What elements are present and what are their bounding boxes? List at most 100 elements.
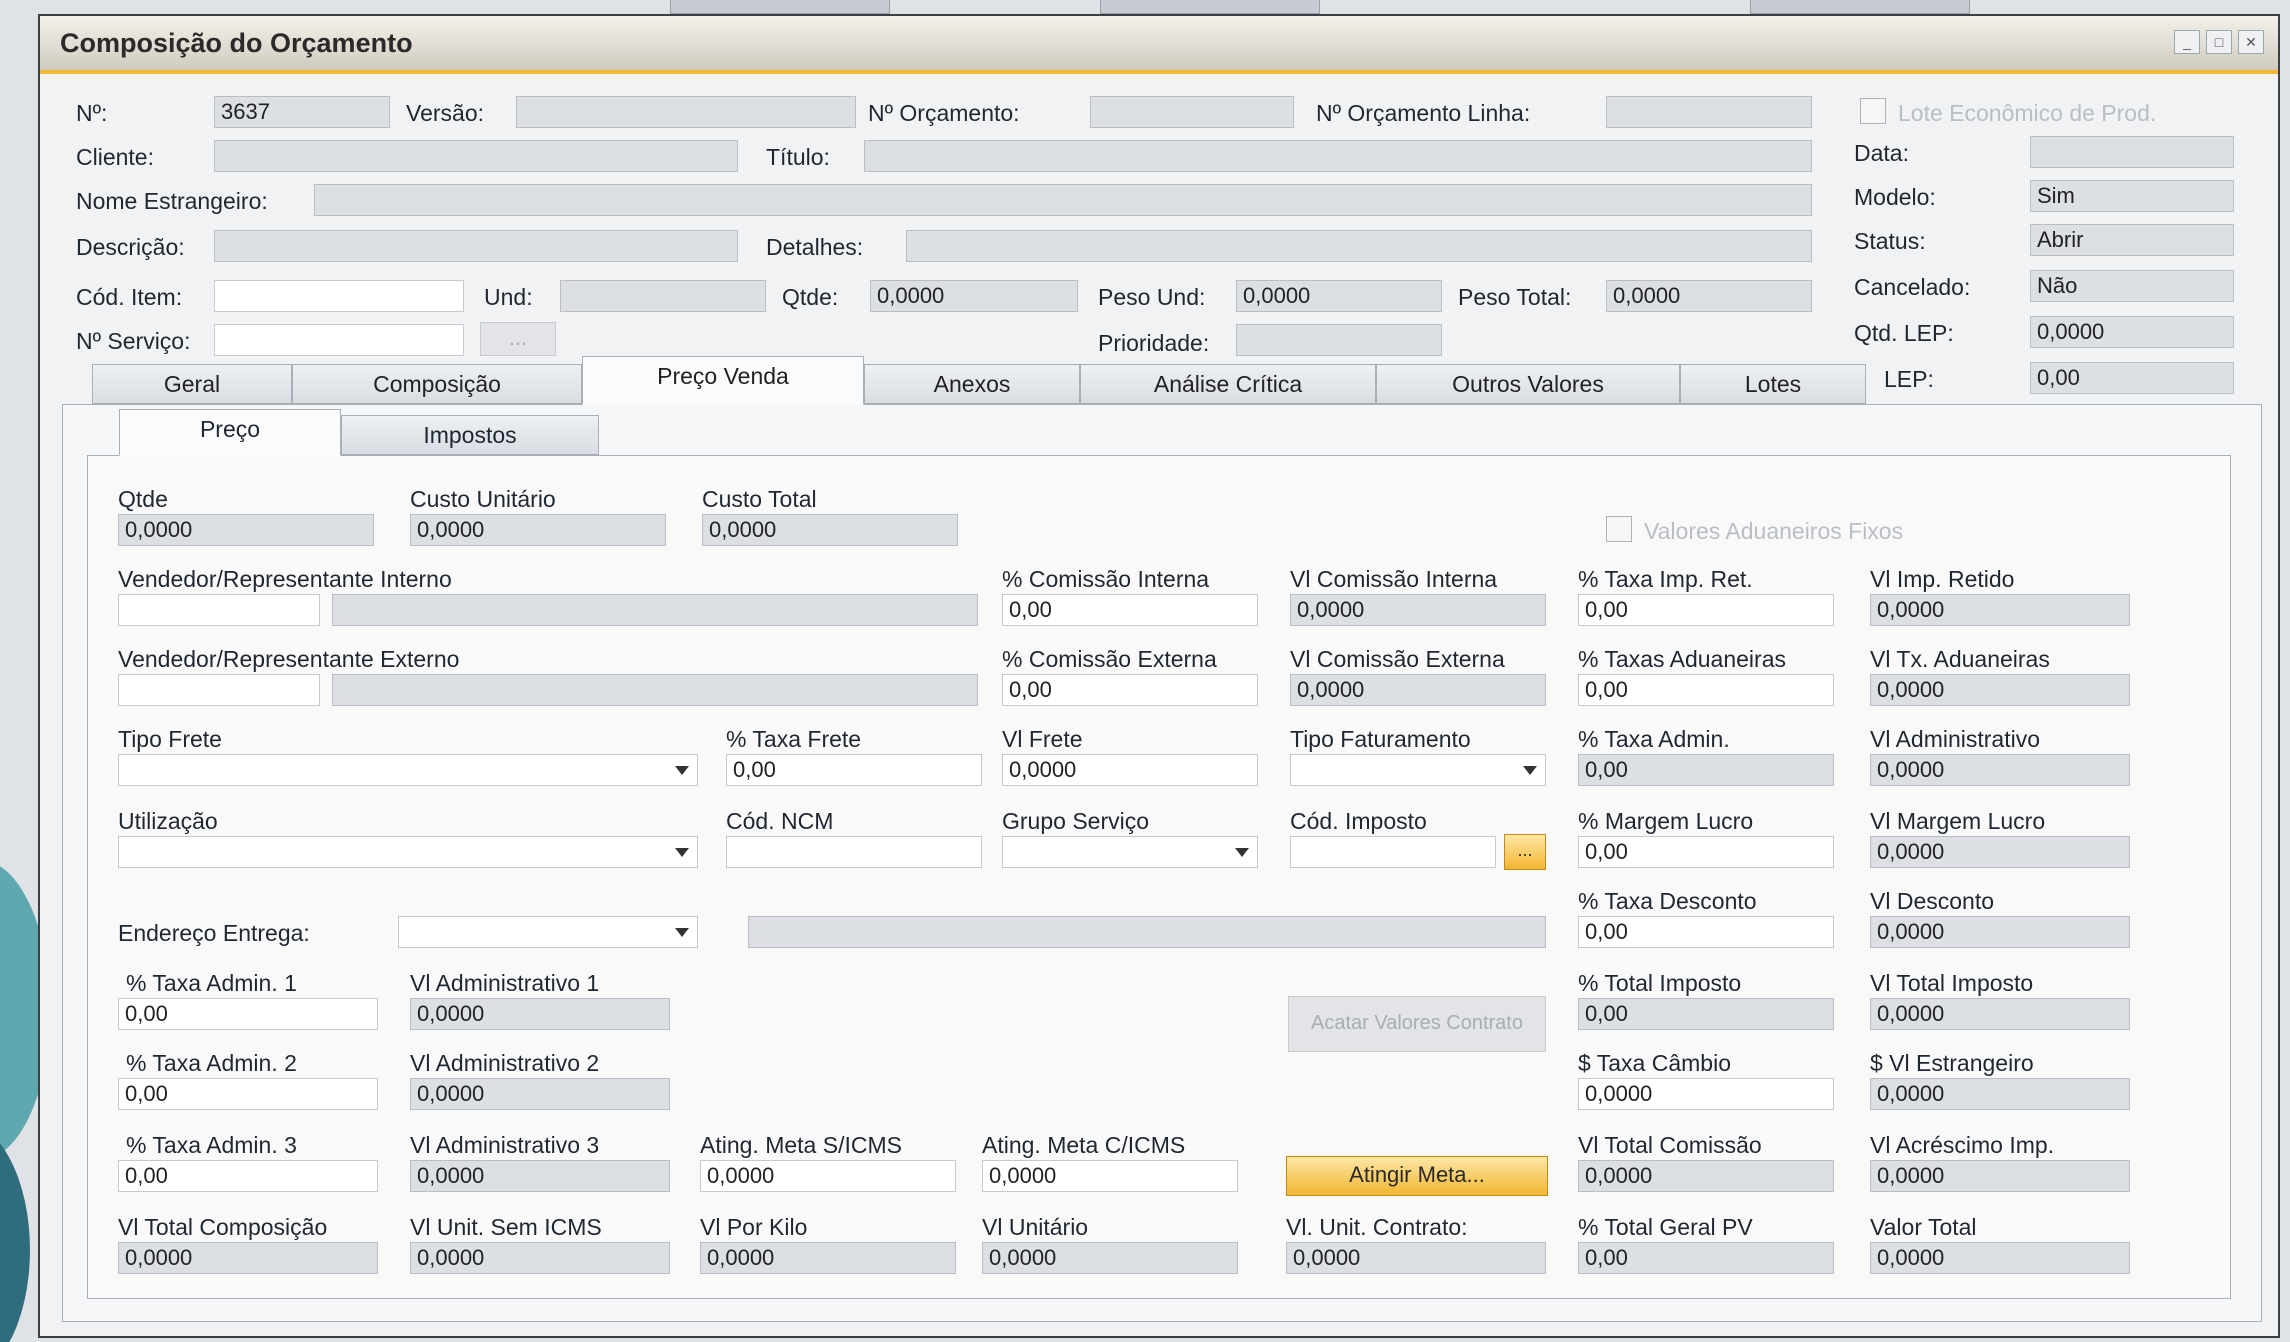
maximize-icon[interactable]: □ (2206, 30, 2232, 54)
vl-administrativo-1-field[interactable]: 0,0000 (410, 998, 670, 1030)
num-orcamento-linha-label: Nº Orçamento Linha: (1316, 100, 1531, 126)
peso-und-label: Peso Und: (1098, 284, 1206, 310)
tab-analise-critica[interactable]: Análise Crítica (1080, 364, 1376, 404)
pct-comissao-interna-field[interactable]: 0,00 (1002, 594, 1258, 626)
num-orcamento-linha-field[interactable] (1606, 96, 1812, 128)
vl-unitario-field[interactable]: 0,0000 (982, 1242, 1238, 1274)
subtab-impostos[interactable]: Impostos (341, 415, 599, 455)
pct-taxa-admin-2-field[interactable]: 0,00 (118, 1078, 378, 1110)
tab-outros-valores[interactable]: Outros Valores (1376, 364, 1680, 404)
cod-imposto-label: Cód. Imposto (1290, 808, 1427, 834)
vl-administrativo-2-label: Vl Administrativo 2 (410, 1050, 600, 1076)
close-icon[interactable]: ✕ (2238, 30, 2264, 54)
vl-total-comissao-field[interactable]: 0,0000 (1578, 1160, 1834, 1192)
pct-taxa-admin-3-field[interactable]: 0,00 (118, 1160, 378, 1192)
pct-taxas-aduaneiras-field[interactable]: 0,00 (1578, 674, 1834, 706)
tab-lotes[interactable]: Lotes (1680, 364, 1866, 404)
vl-unit-sem-icms-field[interactable]: 0,0000 (410, 1242, 670, 1274)
tab-geral[interactable]: Geral (92, 364, 292, 404)
tipo-faturamento-select[interactable] (1290, 754, 1546, 786)
vl-tx-aduaneiras-field[interactable]: 0,0000 (1870, 674, 2130, 706)
vl-total-imposto-field[interactable]: 0,0000 (1870, 998, 2130, 1030)
valores-aduaneiros-checkbox[interactable] (1606, 516, 1632, 542)
detalhes-field[interactable] (906, 230, 1812, 262)
cod-item-field[interactable] (214, 280, 464, 312)
atingir-meta-button[interactable]: Atingir Meta... (1286, 1156, 1548, 1196)
cod-imposto-field[interactable] (1290, 836, 1496, 868)
valor-total-field[interactable]: 0,0000 (1870, 1242, 2130, 1274)
vl-por-kilo-field[interactable]: 0,0000 (700, 1242, 956, 1274)
qtde-field[interactable]: 0,0000 (870, 280, 1078, 312)
status-field[interactable]: Abrir (2030, 224, 2234, 256)
vl-administrativo-3-field[interactable]: 0,0000 (410, 1160, 670, 1192)
cod-imposto-lookup-button[interactable]: ... (1504, 834, 1546, 870)
tipo-frete-select[interactable] (118, 754, 698, 786)
qtde-field[interactable]: 0,0000 (118, 514, 374, 546)
endereco-entrega-label: Endereço Entrega: (118, 920, 310, 946)
subtab-preco[interactable]: Preço (119, 409, 341, 456)
vl-frete-field[interactable]: 0,0000 (1002, 754, 1258, 786)
minimize-icon[interactable]: _ (2174, 30, 2200, 54)
ating-meta-com-icms-field[interactable]: 0,0000 (982, 1160, 1238, 1192)
utilizacao-select[interactable] (118, 836, 698, 868)
vendedor-interno-name[interactable] (332, 594, 978, 626)
descricao-field[interactable] (214, 230, 738, 262)
vl-estrangeiro-field[interactable]: 0,0000 (1870, 1078, 2130, 1110)
data-field[interactable] (2030, 136, 2234, 168)
ating-meta-sem-icms-field[interactable]: 0,0000 (700, 1160, 956, 1192)
peso-und-field[interactable]: 0,0000 (1236, 280, 1442, 312)
cliente-field[interactable] (214, 140, 738, 172)
lep-field[interactable]: 0,00 (2030, 362, 2234, 394)
versao-field[interactable] (516, 96, 856, 128)
num-orcamento-label: Nº Orçamento: (868, 100, 1020, 126)
vl-comissao-interna-field[interactable]: 0,0000 (1290, 594, 1546, 626)
vendedor-interno-code[interactable] (118, 594, 320, 626)
modelo-field[interactable]: Sim (2030, 180, 2234, 212)
num-field[interactable]: 3637 (214, 96, 390, 128)
tab-anexos[interactable]: Anexos (864, 364, 1080, 404)
cod-ncm-field[interactable] (726, 836, 982, 868)
qtde-label: Qtde: (782, 284, 839, 310)
pct-taxa-frete-field[interactable]: 0,00 (726, 754, 982, 786)
acatar-valores-contrato-button[interactable]: Acatar Valores Contrato (1288, 996, 1546, 1052)
vl-imp-retido-field[interactable]: 0,0000 (1870, 594, 2130, 626)
pct-total-imposto-field[interactable]: 0,00 (1578, 998, 1834, 1030)
vl-unit-contrato-field[interactable]: 0,0000 (1286, 1242, 1546, 1274)
servico-lookup-button[interactable]: ... (480, 322, 556, 356)
pct-taxa-admin-field[interactable]: 0,00 (1578, 754, 1834, 786)
vl-administrativo-2-field[interactable]: 0,0000 (410, 1078, 670, 1110)
und-field[interactable] (560, 280, 766, 312)
tab-preco-venda[interactable]: Preço Venda (582, 356, 864, 405)
endereco-entrega-text[interactable] (748, 916, 1546, 948)
vl-total-composicao-field[interactable]: 0,0000 (118, 1242, 378, 1274)
nome-estrangeiro-field[interactable] (314, 184, 1812, 216)
num-servico-field[interactable] (214, 324, 464, 356)
pct-total-geral-pv-field[interactable]: 0,00 (1578, 1242, 1834, 1274)
vl-acrescimo-imp-field[interactable]: 0,0000 (1870, 1160, 2130, 1192)
qtd-lep-field[interactable]: 0,0000 (2030, 316, 2234, 348)
prioridade-field[interactable] (1236, 324, 1442, 356)
vl-margem-lucro-field[interactable]: 0,0000 (1870, 836, 2130, 868)
pct-comissao-externa-field[interactable]: 0,00 (1002, 674, 1258, 706)
custo-unitario-field[interactable]: 0,0000 (410, 514, 666, 546)
custo-total-field[interactable]: 0,0000 (702, 514, 958, 546)
peso-total-field[interactable]: 0,0000 (1606, 280, 1812, 312)
pct-taxa-imp-ret-field[interactable]: 0,00 (1578, 594, 1834, 626)
vl-administrativo-field[interactable]: 0,0000 (1870, 754, 2130, 786)
vendedor-externo-name[interactable] (332, 674, 978, 706)
cancelado-field[interactable]: Não (2030, 270, 2234, 302)
pct-taxa-desconto-field[interactable]: 0,00 (1578, 916, 1834, 948)
titulo-field[interactable] (864, 140, 1812, 172)
num-orcamento-field[interactable] (1090, 96, 1294, 128)
prioridade-label: Prioridade: (1098, 330, 1210, 356)
tab-composicao[interactable]: Composição (292, 364, 582, 404)
taxa-cambio-field[interactable]: 0,0000 (1578, 1078, 1834, 1110)
pct-taxa-admin-1-field[interactable]: 0,00 (118, 998, 378, 1030)
vl-comissao-externa-field[interactable]: 0,0000 (1290, 674, 1546, 706)
vl-desconto-field[interactable]: 0,0000 (1870, 916, 2130, 948)
grupo-servico-select[interactable] (1002, 836, 1258, 868)
lote-economico-checkbox[interactable] (1860, 98, 1886, 124)
endereco-entrega-select[interactable] (398, 916, 698, 948)
pct-margem-lucro-field[interactable]: 0,00 (1578, 836, 1834, 868)
vendedor-externo-code[interactable] (118, 674, 320, 706)
